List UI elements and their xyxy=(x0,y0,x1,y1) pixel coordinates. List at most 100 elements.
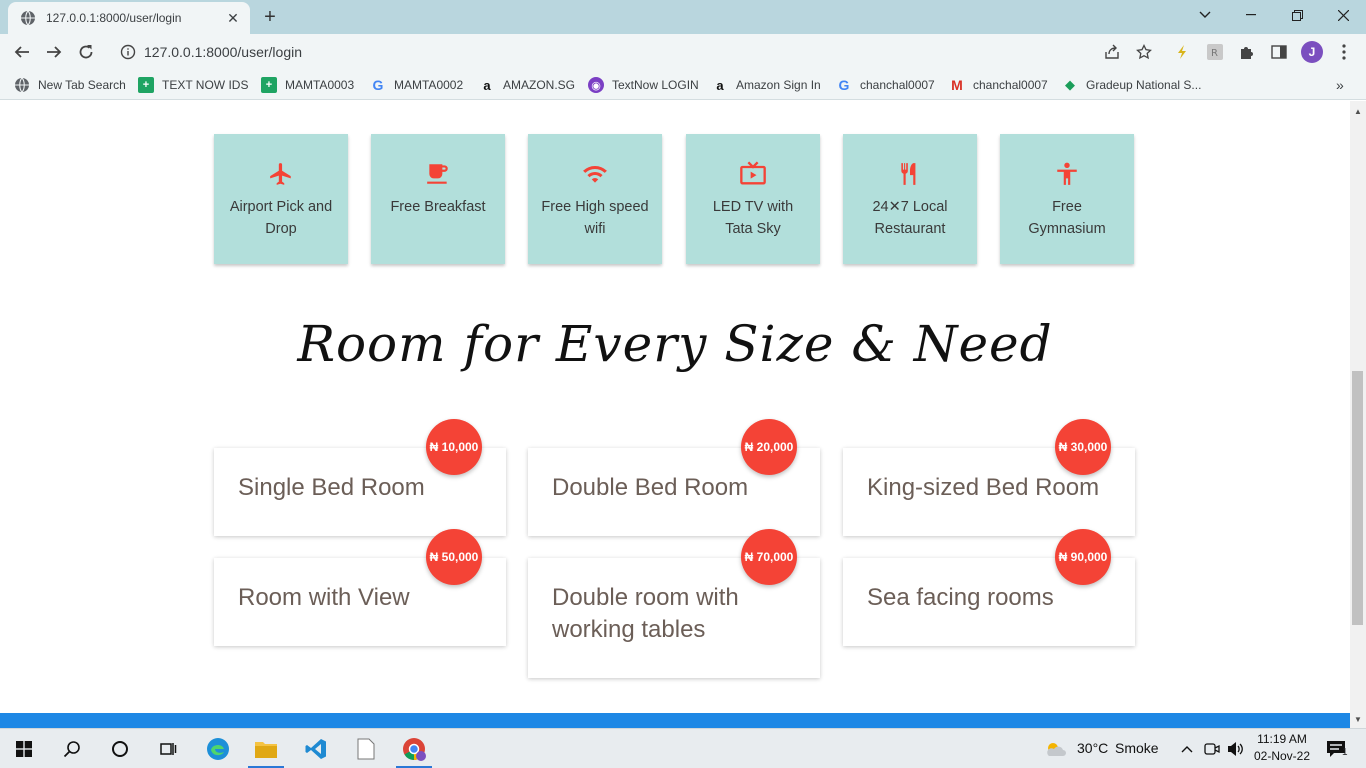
chevron-up-icon[interactable] xyxy=(1175,729,1199,768)
side-panel-icon[interactable] xyxy=(1269,42,1289,62)
scroll-down-icon[interactable]: ▼ xyxy=(1350,711,1366,727)
bookmark-item[interactable]: ◆ Gradeup National S... xyxy=(1062,76,1201,94)
bookmark-item[interactable]: G MAMTA0002 xyxy=(370,76,464,94)
more-menu-icon[interactable] xyxy=(1334,42,1354,62)
google-icon: G xyxy=(372,77,384,93)
weather-text[interactable]: Smoke xyxy=(1115,740,1159,756)
room-name: Sea facing rooms xyxy=(867,584,1054,611)
amenity-label: Free Breakfast xyxy=(390,199,486,215)
amenity-card-restaurant: 24✕7 Local Restaurant xyxy=(843,134,977,264)
profile-avatar[interactable]: J xyxy=(1301,41,1323,63)
tv-icon xyxy=(739,160,767,188)
minimize-icon[interactable] xyxy=(1228,0,1274,30)
google-icon: G xyxy=(838,77,850,93)
gradeup-icon: ◆ xyxy=(1065,77,1075,92)
amenity-card-gym: Free Gymnasium xyxy=(1000,134,1134,264)
room-name: Room with View xyxy=(238,584,410,611)
tab-search-icon[interactable] xyxy=(1182,0,1228,30)
price-badge: ₦ 70,000 xyxy=(741,529,797,585)
amazon-icon: a xyxy=(716,77,724,93)
close-window-icon[interactable] xyxy=(1320,0,1366,30)
section-title: Room for Every Size & Need xyxy=(297,315,1053,373)
globe-icon xyxy=(21,10,35,26)
volume-icon[interactable] xyxy=(1224,729,1248,768)
amazon-icon: a xyxy=(483,77,491,93)
bookmark-star-icon[interactable] xyxy=(1134,42,1154,62)
clock-time[interactable]: 11:19 AM xyxy=(1254,732,1310,746)
bookmark-item[interactable]: + TEXT NOW IDS xyxy=(138,76,248,94)
room-name: Single Bed Room xyxy=(238,474,425,501)
tab-title: 127.0.0.1:8000/user/login xyxy=(46,11,182,25)
price-badge: ₦ 10,000 xyxy=(426,419,482,475)
restore-icon[interactable] xyxy=(1274,0,1320,30)
extensions-puzzle-icon[interactable] xyxy=(1237,42,1257,62)
gmail-icon: M xyxy=(951,77,963,93)
room-name: King-sized Bed Room xyxy=(867,474,1100,501)
notification-count: 1 xyxy=(1342,747,1348,758)
person-icon xyxy=(1053,160,1081,188)
search-icon[interactable] xyxy=(48,729,96,768)
clock-date[interactable]: 02-Nov-22 xyxy=(1251,749,1313,763)
scroll-up-icon[interactable]: ▲ xyxy=(1350,103,1366,119)
address-bar[interactable]: 127.0.0.1:8000/user/login xyxy=(108,37,1168,67)
cortana-icon[interactable] xyxy=(96,729,144,768)
site-info-icon[interactable] xyxy=(120,44,136,60)
coffee-cup-icon xyxy=(424,160,452,188)
bookmark-item[interactable]: a AMAZON.SG xyxy=(479,76,575,94)
svg-text:R: R xyxy=(1211,48,1218,59)
browser-tab[interactable]: 127.0.0.1:8000/user/login ✕ xyxy=(8,2,250,34)
notepad-icon[interactable] xyxy=(342,729,390,768)
room-name: Double Bed Room xyxy=(552,474,749,501)
windows-start-icon[interactable] xyxy=(0,729,48,768)
footer-strip xyxy=(0,713,1350,728)
url-text[interactable]: 127.0.0.1:8000/user/login xyxy=(144,44,302,60)
bookmarks-bar: New Tab Search + TEXT NOW IDS + MAMTA000… xyxy=(0,70,1366,100)
price-badge: ₦ 30,000 xyxy=(1055,419,1111,475)
share-icon[interactable] xyxy=(1102,42,1122,62)
reload-icon[interactable] xyxy=(74,40,98,64)
forward-icon[interactable] xyxy=(42,40,66,64)
chrome-icon[interactable] xyxy=(390,729,438,768)
wifi-icon xyxy=(581,160,609,188)
bookmark-item[interactable]: M chanchal0007 xyxy=(949,76,1048,94)
browser-titlebar: 127.0.0.1:8000/user/login ✕ + xyxy=(0,0,1366,34)
new-tab-icon[interactable]: + xyxy=(256,5,284,29)
amenity-card-tv: LED TV with Tata Sky xyxy=(686,134,820,264)
room-name: Double room with working tables xyxy=(552,584,739,643)
weather-icon[interactable] xyxy=(1040,729,1070,768)
bookmark-item[interactable]: ◉ TextNow LOGIN xyxy=(588,76,699,94)
task-view-icon[interactable] xyxy=(144,729,192,768)
bookmark-item[interactable]: New Tab Search xyxy=(14,76,126,94)
amenity-label: Free High speed wifi xyxy=(541,199,649,237)
price-badge: ₦ 90,000 xyxy=(1055,529,1111,585)
bookmark-item[interactable]: a Amazon Sign In xyxy=(712,76,820,94)
price-badge: ₦ 50,000 xyxy=(426,529,482,585)
bookmark-item[interactable]: G chanchal0007 xyxy=(836,76,935,94)
extension-bolt-icon[interactable] xyxy=(1172,42,1192,62)
notification-icon[interactable]: 1 xyxy=(1318,729,1354,768)
sheets-icon: + xyxy=(261,77,277,93)
windows-taskbar: 30°C Smoke 11:19 AM 02-Nov-22 1 xyxy=(0,728,1366,768)
price-badge: ₦ 20,000 xyxy=(741,419,797,475)
sheets-icon: + xyxy=(138,77,154,93)
browser-toolbar: 127.0.0.1:8000/user/login R J xyxy=(0,34,1366,70)
bookmark-item[interactable]: + MAMTA0003 xyxy=(261,76,354,94)
page-viewport: Airport Pick and Drop Free Breakfast Fre… xyxy=(0,101,1350,728)
amenity-card-airport: Airport Pick and Drop xyxy=(214,134,348,264)
amenity-label: LED TV with Tata Sky xyxy=(712,199,794,237)
amenity-label: Free Gymnasium xyxy=(1028,199,1106,237)
extension-box-icon[interactable]: R xyxy=(1205,42,1225,62)
scrollbar-thumb[interactable] xyxy=(1352,371,1363,625)
back-icon[interactable] xyxy=(10,40,34,64)
weather-temp[interactable]: 30°C xyxy=(1077,740,1108,756)
textnow-icon: ◉ xyxy=(588,77,604,93)
close-tab-icon[interactable]: ✕ xyxy=(222,7,244,29)
file-explorer-icon[interactable] xyxy=(242,729,290,768)
meet-now-icon[interactable] xyxy=(1200,729,1224,768)
amenity-card-wifi: Free High speed wifi xyxy=(528,134,662,264)
edge-icon[interactable] xyxy=(194,729,242,768)
amenity-card-breakfast: Free Breakfast xyxy=(371,134,505,264)
bookmarks-overflow-icon[interactable]: » xyxy=(1336,76,1344,94)
vscode-icon[interactable] xyxy=(292,729,340,768)
airplane-icon xyxy=(267,160,295,188)
